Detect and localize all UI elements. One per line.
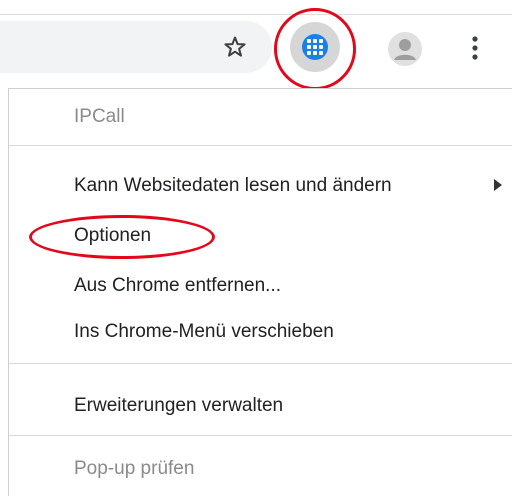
ipcall-extension-button[interactable] [290,22,340,72]
menu-separator [9,145,512,146]
toolbar-divider [0,14,512,15]
profile-avatar-icon [388,32,422,66]
ipcall-dialpad-icon [302,34,328,60]
menu-item-remove[interactable]: Aus Chrome entfernen... [9,264,512,308]
menu-item-label: Aus Chrome entfernen... [74,275,281,296]
bookmark-button[interactable] [218,30,252,64]
menu-separator [9,363,512,364]
menu-item-label: Optionen [74,225,152,246]
profile-button[interactable] [384,28,426,70]
menu-item-site-access[interactable]: Kann Websitedaten lesen und ändern [9,164,512,208]
chrome-menu-button[interactable] [460,30,490,66]
menu-item-label: Pop-up prüfen [74,458,195,479]
menu-separator [9,435,512,436]
extension-context-menu: IPCall Kann Websitedaten lesen und änder… [8,88,512,496]
star-icon [224,36,246,57]
menu-item-label: Kann Websitedaten lesen und ändern [74,175,392,196]
menu-item-extension-name: IPCall [9,95,512,139]
menu-item-move-to-menu[interactable]: Ins Chrome-Menü verschieben [9,310,512,354]
menu-item-inspect-popup: Pop-up prüfen [9,447,512,491]
menu-item-manage-extensions[interactable]: Erweiterungen verwalten [9,384,512,428]
vertical-dots-icon [472,36,478,60]
browser-toolbar [0,0,512,90]
menu-item-label: Ins Chrome-Menü verschieben [74,321,334,342]
menu-item-label: IPCall [74,106,125,127]
menu-item-label: Erweiterungen verwalten [74,395,284,416]
submenu-arrow-icon [494,179,502,191]
menu-item-options[interactable]: Optionen [9,214,512,258]
browser-window: IPCall Kann Websitedaten lesen und änder… [0,0,512,496]
